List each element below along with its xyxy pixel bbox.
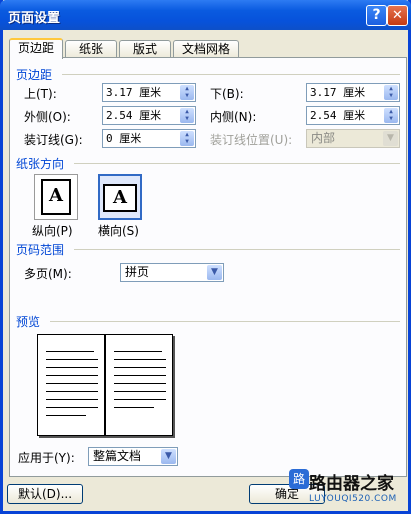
pages-section-title: 页码范围 — [16, 243, 65, 257]
inside-margin-value: 2.54 厘米 — [310, 109, 366, 122]
title-bar[interactable]: 页面设置 ? ✕ — [0, 0, 411, 30]
text-line — [114, 391, 166, 392]
margins-section-title: 页边距 — [16, 68, 53, 82]
text-line — [114, 407, 154, 408]
portrait-page-icon: A — [41, 179, 71, 215]
bottom-margin-value: 3.17 厘米 — [310, 86, 366, 99]
window-title: 页面设置 — [8, 11, 61, 26]
divider — [74, 249, 400, 250]
gutter-value: 0 厘米 — [106, 132, 142, 145]
preview-section-title: 预览 — [16, 315, 41, 329]
apply-to-select[interactable]: 整篇文档 ▼ — [88, 447, 178, 466]
text-line — [114, 359, 166, 360]
chevron-down-icon: ▼ — [383, 131, 398, 146]
page-setup-dialog: 页面设置 ? ✕ 页边距 纸张 版式 文档网格 页边距 上(T): 3.17 厘… — [0, 0, 411, 514]
orientation-section-title: 纸张方向 — [16, 157, 65, 171]
tab-panel: 页边距 上(T): 3.17 厘米 ▲ ▼ 下(B): 3.17 厘米 ▲ ▼ 外侧… — [9, 57, 407, 477]
text-line — [46, 359, 98, 360]
text-line — [46, 383, 98, 384]
spinner-arrows-icon[interactable]: ▲ ▼ — [180, 108, 194, 123]
apply-to-label: 应用于(Y): — [18, 451, 75, 465]
text-line — [46, 415, 86, 416]
portrait-label[interactable]: 纵向(P) — [32, 222, 73, 239]
chevron-down-icon[interactable]: ▼ — [207, 265, 222, 280]
watermark-chinese: 路由器之家 — [309, 474, 394, 494]
outside-margin-spinner[interactable]: 2.54 厘米 ▲ ▼ — [102, 106, 196, 125]
spinner-arrows-icon[interactable]: ▲ ▼ — [180, 131, 194, 146]
gutter-position-value: 内部 — [311, 131, 336, 145]
text-line — [114, 375, 166, 376]
multiple-pages-select[interactable]: 拼页 ▼ — [120, 263, 224, 282]
gutter-position-select: 内部 ▼ — [306, 129, 400, 148]
tab-margins[interactable]: 页边距 — [9, 38, 63, 59]
watermark-english: LUYOUQI520.COM — [309, 494, 397, 504]
default-button[interactable]: 默认(D)... — [7, 484, 83, 504]
gutter-label: 装订线(G): — [24, 133, 83, 147]
close-button[interactable]: ✕ — [387, 5, 408, 26]
text-line — [46, 407, 98, 408]
spinner-arrows-icon[interactable]: ▲ ▼ — [384, 85, 398, 100]
inside-margin-spinner[interactable]: 2.54 厘米 ▲ ▼ — [306, 106, 400, 125]
text-line — [114, 351, 162, 352]
gutter-spinner[interactable]: 0 厘米 ▲ ▼ — [102, 129, 196, 148]
landscape-option[interactable]: A — [98, 174, 142, 220]
tab-document-grid[interactable]: 文档网格 — [173, 40, 239, 58]
landscape-page-icon: A — [103, 184, 137, 212]
landscape-label[interactable]: 横向(S) — [98, 222, 139, 239]
text-line — [46, 399, 98, 400]
divider — [50, 321, 400, 322]
book-fold — [104, 335, 106, 435]
outside-margin-value: 2.54 厘米 — [106, 109, 162, 122]
bottom-margin-spinner[interactable]: 3.17 厘米 ▲ ▼ — [306, 83, 400, 102]
text-line — [46, 367, 98, 368]
help-button[interactable]: ? — [366, 5, 387, 26]
preview-book-icon — [37, 334, 173, 436]
outside-margin-label: 外侧(O): — [24, 110, 71, 124]
divider — [74, 163, 400, 164]
divider — [62, 74, 400, 75]
text-line — [114, 383, 166, 384]
tab-paper[interactable]: 纸张 — [65, 40, 117, 58]
spinner-arrows-icon[interactable]: ▲ ▼ — [180, 85, 194, 100]
text-line — [114, 399, 166, 400]
gutter-position-label: 装订线位置(U): — [210, 133, 293, 147]
top-margin-label: 上(T): — [24, 87, 57, 101]
watermark: 路由器之家 LUYOUQI520.COM — [309, 469, 397, 504]
portrait-option[interactable]: A — [34, 174, 78, 220]
text-line — [46, 391, 98, 392]
spinner-arrows-icon[interactable]: ▲ ▼ — [384, 108, 398, 123]
top-margin-value: 3.17 厘米 — [106, 86, 162, 99]
watermark-logo: 路 — [289, 469, 309, 489]
multiple-pages-label: 多页(M): — [24, 267, 72, 281]
text-line — [46, 375, 98, 376]
text-line — [46, 351, 94, 352]
multiple-pages-value: 拼页 — [125, 265, 150, 279]
inside-margin-label: 内侧(N): — [210, 110, 257, 124]
chevron-down-icon[interactable]: ▼ — [161, 449, 176, 464]
top-margin-spinner[interactable]: 3.17 厘米 ▲ ▼ — [102, 83, 196, 102]
apply-to-value: 整篇文档 — [93, 449, 142, 463]
bottom-margin-label: 下(B): — [210, 87, 244, 101]
tab-layout[interactable]: 版式 — [119, 40, 171, 58]
text-line — [114, 367, 166, 368]
